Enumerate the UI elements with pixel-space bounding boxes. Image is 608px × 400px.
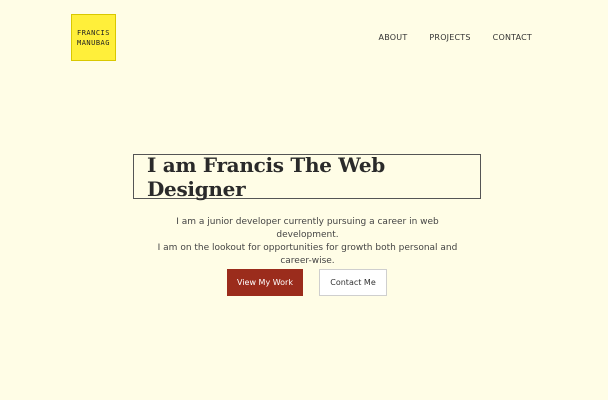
- logo-text-line2: MANUBAG: [76, 38, 110, 47]
- site-logo[interactable]: FRANCIS MANUBAG: [71, 14, 116, 61]
- nav-contact-link[interactable]: CONTACT: [493, 33, 532, 42]
- view-my-work-button[interactable]: View My Work: [227, 269, 303, 296]
- nav-about-link[interactable]: ABOUT: [379, 33, 408, 42]
- contact-me-button[interactable]: Contact Me: [319, 269, 387, 296]
- intro-line-3: career-wise.: [280, 256, 335, 266]
- logo-text-line1: FRANCIS: [76, 28, 110, 37]
- hero-headline: I am Francis The Web Designer: [147, 152, 385, 201]
- main-nav: ABOUT PROJECTS CONTACT: [379, 33, 532, 42]
- intro-line-1: I am a junior developer currently pursui…: [176, 217, 439, 240]
- headline-box: I am Francis The Web Designer: [133, 152, 481, 201]
- intro-line-2: I am on the lookout for opportunities fo…: [157, 243, 458, 253]
- hero-intro: I am a junior developer currently pursui…: [150, 216, 465, 268]
- nav-projects-link[interactable]: PROJECTS: [429, 33, 470, 42]
